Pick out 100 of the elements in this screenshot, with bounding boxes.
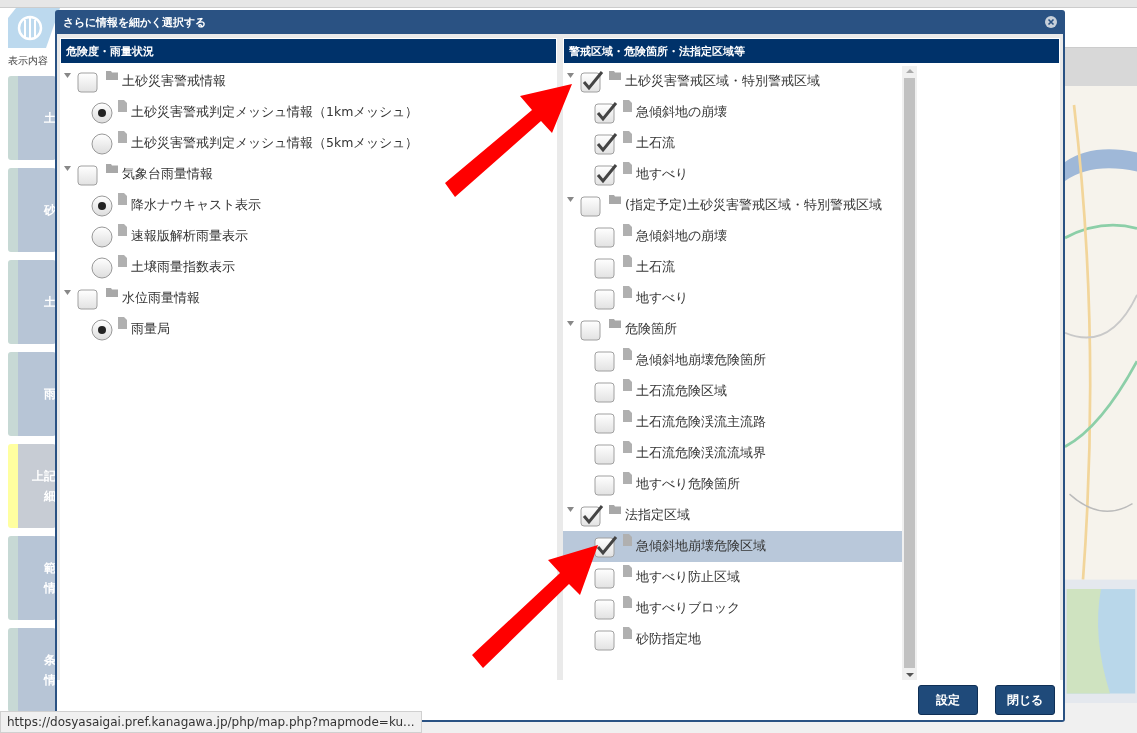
expander-icon[interactable] xyxy=(567,320,575,328)
document-icon xyxy=(118,193,127,205)
panel-header: 危険度・雨量状況 xyxy=(60,38,557,64)
checkbox[interactable] xyxy=(594,534,618,559)
expander-icon[interactable] xyxy=(567,72,575,80)
tree-label[interactable]: 急傾斜地崩壊危険区域 xyxy=(636,538,766,555)
document-icon xyxy=(623,596,632,608)
tree-label[interactable]: 土砂災害警戒区域・特別警戒区域 xyxy=(625,73,820,90)
tree-label[interactable]: 地すべり危険箇所 xyxy=(636,476,740,493)
expander-icon[interactable] xyxy=(567,506,575,514)
document-icon xyxy=(623,255,632,267)
tree-label[interactable]: 水位雨量情報 xyxy=(122,290,200,307)
checkbox[interactable] xyxy=(594,348,618,373)
tree-label[interactable]: 土砂災害警戒情報 xyxy=(122,73,226,90)
checkbox[interactable] xyxy=(594,565,618,590)
tree-label[interactable]: 急傾斜地の崩壊 xyxy=(636,228,727,245)
radio-button[interactable] xyxy=(91,318,113,341)
document-icon xyxy=(118,131,127,143)
checkbox[interactable] xyxy=(594,100,618,125)
folder-icon xyxy=(609,71,621,80)
close-icon[interactable] xyxy=(1045,16,1057,28)
dialog-title: さらに情報を細かく選択する xyxy=(63,14,206,30)
radio-button[interactable] xyxy=(91,101,113,124)
document-icon xyxy=(623,410,632,422)
tree-label[interactable]: 急傾斜地崩壊危険箇所 xyxy=(636,352,766,369)
checkbox[interactable] xyxy=(594,441,618,466)
tree-label[interactable]: 土石流危険区域 xyxy=(636,383,727,400)
tree-label[interactable]: 土砂災害警戒判定メッシュ情報（5kmメッシュ） xyxy=(131,135,419,152)
document-icon xyxy=(623,534,632,546)
document-icon xyxy=(623,565,632,577)
scrollbar[interactable] xyxy=(902,66,917,680)
tree-label[interactable]: 土石流 xyxy=(636,135,675,152)
checkbox[interactable] xyxy=(77,162,101,187)
checkbox[interactable] xyxy=(594,472,618,497)
radio-button[interactable] xyxy=(91,132,113,155)
folder-icon xyxy=(106,288,118,297)
document-icon xyxy=(623,162,632,174)
tree-label[interactable]: 土石流危険渓流流域界 xyxy=(636,445,766,462)
folder-icon xyxy=(106,71,118,80)
expander-icon[interactable] xyxy=(567,196,575,204)
checkbox[interactable] xyxy=(594,162,618,187)
tree-label[interactable]: 急傾斜地の崩壊 xyxy=(636,104,727,121)
tree-label[interactable]: 危険箇所 xyxy=(625,321,677,338)
expander-icon[interactable] xyxy=(64,165,72,173)
folder-icon xyxy=(609,319,621,328)
tree-label[interactable]: 気象台雨量情報 xyxy=(122,166,213,183)
checkbox[interactable] xyxy=(594,255,618,280)
tree-label[interactable]: 土壌雨量指数表示 xyxy=(131,259,235,276)
close-button[interactable]: 閉じる xyxy=(995,685,1055,715)
checkbox[interactable] xyxy=(594,596,618,621)
tree-label[interactable]: 地すべりブロック xyxy=(636,600,740,617)
checkbox[interactable] xyxy=(594,379,618,404)
tree-label[interactable]: 土砂災害警戒判定メッシュ情報（1kmメッシュ） xyxy=(131,104,419,121)
tree-label[interactable]: (指定予定)土砂災害警戒区域・特別警戒区域 xyxy=(625,197,882,214)
document-icon xyxy=(623,131,632,143)
status-url: https://dosyasaigai.pref.kanagawa.jp/php/map.php?mapmode=ku... xyxy=(0,711,422,733)
tree-label[interactable]: 雨量局 xyxy=(131,321,170,338)
document-icon xyxy=(623,627,632,639)
tree-label[interactable]: 降水ナウキャスト表示 xyxy=(131,197,261,214)
document-icon xyxy=(118,100,127,112)
document-icon xyxy=(623,348,632,360)
tree-label[interactable]: 土石流危険渓流主流路 xyxy=(636,414,766,431)
tree-label[interactable]: 土石流 xyxy=(636,259,675,276)
folder-icon xyxy=(609,195,621,204)
radio-button[interactable] xyxy=(91,225,113,248)
radio-button[interactable] xyxy=(91,256,113,279)
checkbox[interactable] xyxy=(594,224,618,249)
checkbox[interactable] xyxy=(580,69,604,94)
tree-label[interactable]: 地すべり xyxy=(636,290,688,307)
tree-label[interactable]: 速報版解析雨量表示 xyxy=(131,228,248,245)
checkbox[interactable] xyxy=(594,410,618,435)
document-icon xyxy=(623,379,632,391)
checkbox[interactable] xyxy=(77,286,101,311)
document-icon xyxy=(623,224,632,236)
sidebar-heading: 表示内容 xyxy=(8,54,49,68)
tree-label[interactable]: 地すべり防止区域 xyxy=(636,569,740,586)
tree-label[interactable]: 地すべり xyxy=(636,166,688,183)
document-icon xyxy=(623,472,632,484)
expander-icon[interactable] xyxy=(64,72,72,80)
checkbox[interactable] xyxy=(594,286,618,311)
folder-icon xyxy=(106,164,118,173)
checkbox[interactable] xyxy=(580,193,604,218)
checkbox[interactable] xyxy=(580,503,604,528)
scroll-up-icon[interactable] xyxy=(905,66,914,76)
radio-button[interactable] xyxy=(91,194,113,217)
panel-header: 警戒区域・危険箇所・法指定区域等 xyxy=(563,38,1060,64)
tree-label[interactable]: 法指定区域 xyxy=(625,507,690,524)
selected-row[interactable]: 急傾斜地崩壊危険区域 xyxy=(563,531,902,562)
apply-button[interactable]: 設定 xyxy=(918,685,978,715)
checkbox[interactable] xyxy=(580,317,604,342)
checkbox[interactable] xyxy=(594,627,618,652)
document-icon xyxy=(118,255,127,267)
expander-icon[interactable] xyxy=(64,289,72,297)
checkbox[interactable] xyxy=(77,69,101,94)
document-icon xyxy=(118,224,127,236)
tree-label[interactable]: 砂防指定地 xyxy=(636,631,701,648)
checkbox[interactable] xyxy=(594,131,618,156)
scroll-down-icon[interactable] xyxy=(905,670,914,680)
document-icon xyxy=(623,100,632,112)
document-icon xyxy=(118,317,127,329)
